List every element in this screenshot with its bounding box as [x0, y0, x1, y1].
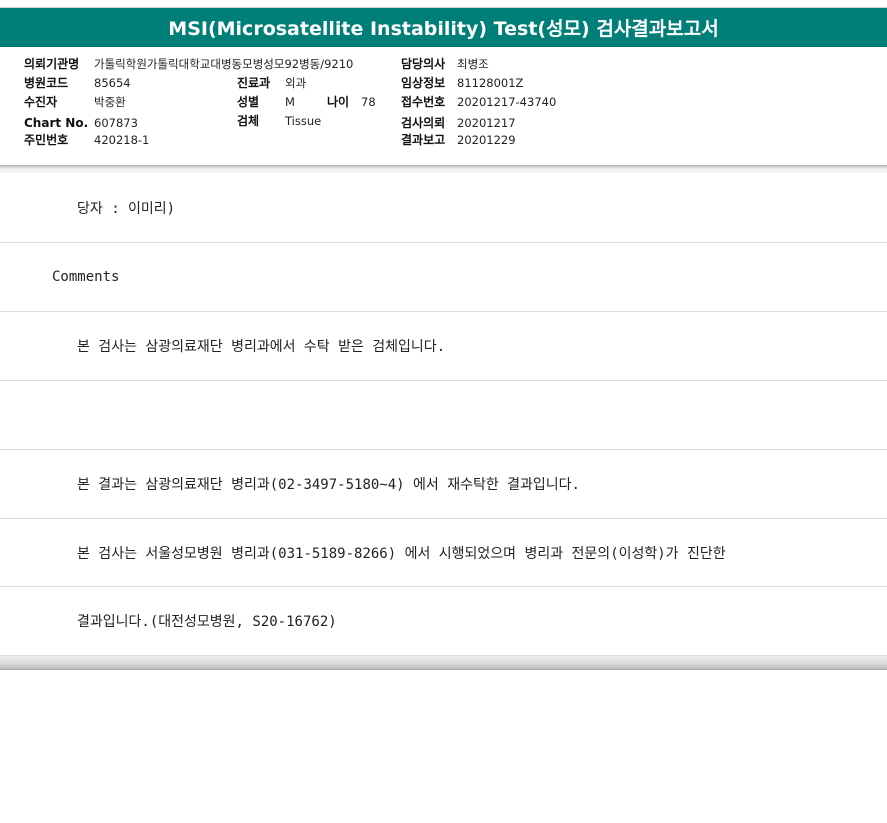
resident-no-field: 주민번호 420218-1	[24, 132, 149, 148]
report-line: 본 검사는 삼광의료재단 병리과에서 수탁 받은 검체입니다.	[0, 312, 887, 381]
department-value: 외과	[285, 76, 307, 90]
specimen-value: Tissue	[285, 114, 322, 128]
age-label: 나이	[327, 95, 350, 109]
request-date-value: 20201217	[457, 116, 516, 130]
recipient-field: 수진자 박중환	[24, 94, 126, 110]
institution-label: 의뢰기관명	[24, 57, 80, 71]
doctor-label: 담당의사	[401, 57, 446, 71]
clinical-info-field: 임상정보 81128001Z	[401, 75, 523, 91]
report-line: 본 검사는 서울성모병원 병리과(031-5189-8266) 에서 시행되었으…	[0, 519, 887, 587]
report-line-text: 결과입니다.(대전성모병원, S20-16762)	[77, 614, 337, 630]
clinical-info-label: 임상정보	[401, 76, 446, 90]
specimen-field: 검체 Tissue	[237, 113, 321, 129]
hospital-code-label: 병원코드	[24, 76, 69, 90]
institution-value: 가톨릭학원가톨릭대학교대병동모병성모92병동/9210	[94, 57, 354, 71]
report-title-bar: MSI(Microsatellite Instability) Test(성모)…	[0, 7, 887, 47]
report-title: MSI(Microsatellite Instability) Test(성모)…	[168, 18, 719, 40]
header-divider	[0, 165, 887, 173]
request-date-field: 검사의뢰 20201217	[401, 115, 516, 131]
report-line: 당자 : 이미리)	[0, 173, 887, 243]
recipient-label: 수진자	[24, 95, 58, 109]
sex-value: M	[285, 95, 295, 109]
patient-info-panel: 의뢰기관명 가톨릭학원가톨릭대학교대병동모병성모92병동/9210 병원코드 856…	[0, 47, 887, 165]
report-line-text: 본 검사는 삼광의료재단 병리과에서 수탁 받은 검체입니다.	[77, 339, 446, 355]
age-value: 78	[361, 95, 376, 109]
resident-no-label: 주민번호	[24, 133, 69, 147]
report-line-text: 본 검사는 서울성모병원 병리과(031-5189-8266) 에서 시행되었으…	[77, 545, 726, 562]
receipt-no-label: 접수번호	[401, 95, 446, 109]
report-line-text: 당자 : 이미리)	[77, 200, 176, 217]
report-line-text: 본 결과는 삼광의료재단 병리과(02-3497-5180~4) 에서 재수탁한…	[77, 477, 580, 493]
institution-field: 의뢰기관명 가톨릭학원가톨릭대학교대병동모병성모92병동/9210	[24, 56, 353, 72]
clinical-info-value: 81128001Z	[457, 76, 524, 90]
doctor-value: 최병조	[457, 57, 489, 71]
chart-no-value: 607873	[94, 116, 138, 130]
hospital-code-value: 85654	[94, 76, 131, 90]
hospital-code-field: 병원코드 85654	[24, 75, 131, 91]
receipt-no-value: 20201217-43740	[457, 95, 557, 109]
report-line: 본 결과는 삼광의료재단 병리과(02-3497-5180~4) 에서 재수탁한…	[0, 450, 887, 519]
report-line	[0, 381, 887, 450]
report-date-value: 20201229	[457, 133, 516, 147]
sex-label: 성별	[237, 95, 260, 109]
comments-heading: Comments	[52, 269, 120, 285]
department-label: 진료과	[237, 76, 271, 90]
report-date-label: 결과보고	[401, 133, 446, 147]
sex-field: 성별 M 나이 78	[237, 94, 376, 110]
resident-no-value: 420218-1	[94, 133, 150, 147]
chart-no-label: Chart No.	[24, 116, 89, 130]
chart-no-field: Chart No. 607873	[24, 115, 138, 131]
footer-divider	[0, 656, 887, 670]
report-line: 결과입니다.(대전성모병원, S20-16762)	[0, 587, 887, 656]
report-line: Comments	[0, 243, 887, 312]
request-date-label: 검사의뢰	[401, 116, 446, 130]
specimen-label: 검체	[237, 114, 260, 128]
recipient-value: 박중환	[94, 95, 126, 109]
receipt-no-field: 접수번호 20201217-43740	[401, 94, 556, 110]
doctor-field: 담당의사 최병조	[401, 56, 489, 72]
department-field: 진료과 외과	[237, 75, 306, 91]
report-date-field: 결과보고 20201229	[401, 132, 516, 148]
